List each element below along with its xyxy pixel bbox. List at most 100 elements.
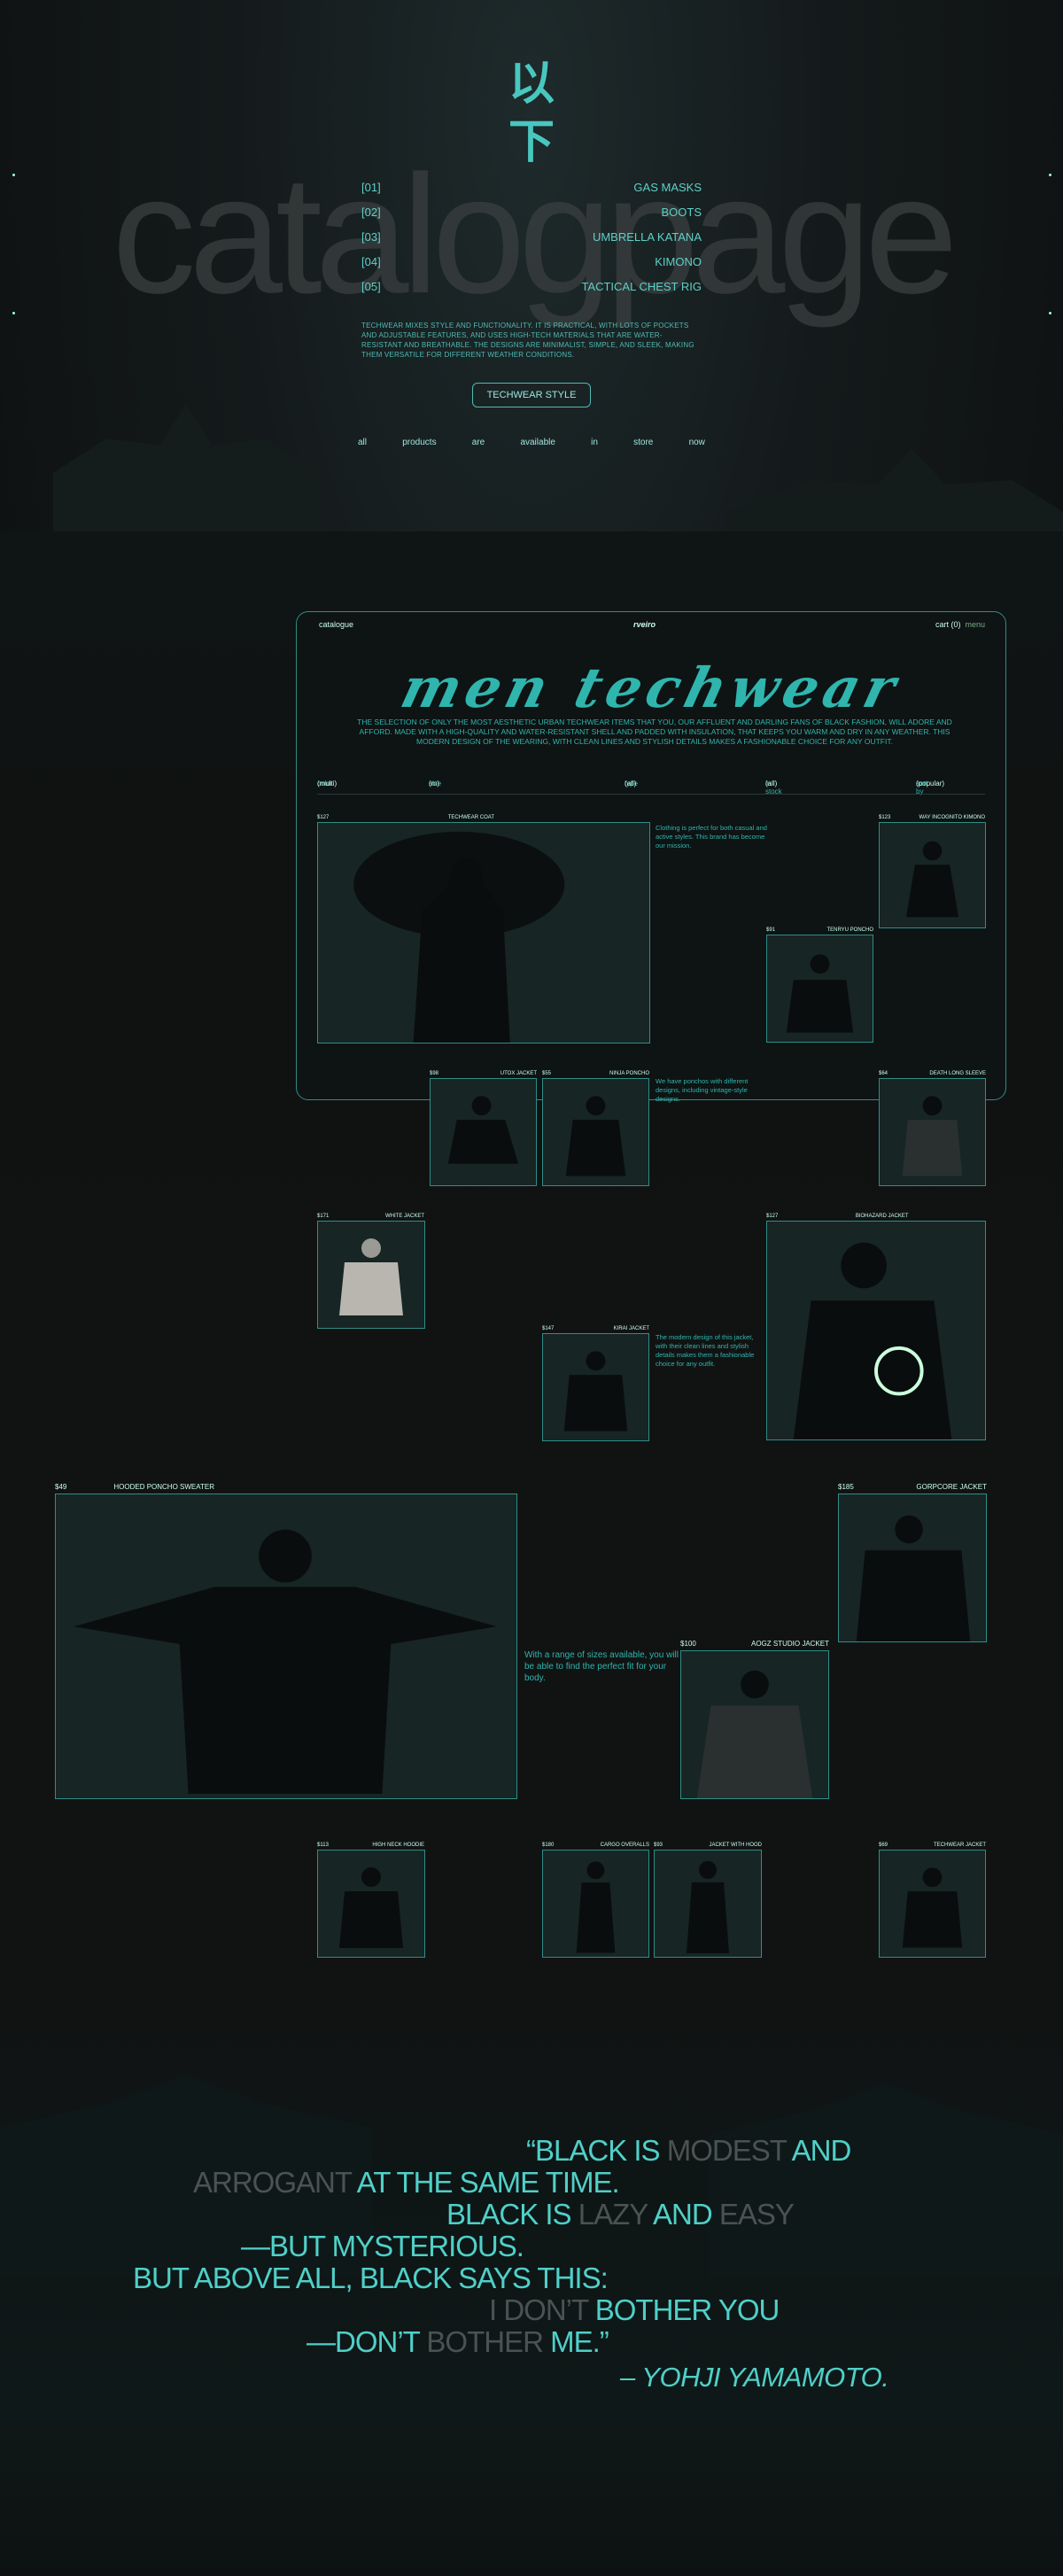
menu-num: [02] xyxy=(361,206,381,219)
tagline-word: products xyxy=(402,438,437,447)
quote-segment: ARROGANT xyxy=(193,2166,352,2199)
product-image-aogz-studio-jacket[interactable] xyxy=(680,1650,829,1799)
product-name: WAY INCOGNITO KIMONO xyxy=(919,815,985,820)
product-label: $127 TECHWEAR COAT xyxy=(317,815,494,820)
note-4: With a range of sizes available, you wil… xyxy=(524,1650,679,1683)
figure-image xyxy=(793,1242,952,1439)
product-image-high-neck-hoodie[interactable] xyxy=(317,1850,425,1958)
quote-line: I DON’T BOTHER YOU xyxy=(489,2294,780,2326)
figure-image xyxy=(902,1096,963,1176)
figure-image xyxy=(696,1670,813,1798)
product-image-cargo-overalls[interactable] xyxy=(542,1850,649,1958)
product-price: $64 xyxy=(879,1071,888,1076)
product-image-death-long-sleeve[interactable] xyxy=(879,1078,986,1186)
product-price: $113 xyxy=(317,1843,329,1848)
menu-num: [05] xyxy=(361,280,381,293)
menu-label: TACTICAL CHEST RIG xyxy=(581,280,702,293)
product-image-white-jacket[interactable] xyxy=(317,1221,425,1329)
product-label: $113 HIGH NECK HOODIE xyxy=(317,1843,424,1848)
logo[interactable]: rveiro xyxy=(633,620,656,629)
figure-image xyxy=(339,1867,403,1948)
menu-item-umbrella-katana[interactable]: [03] UMBRELLA KATANA xyxy=(361,230,702,253)
product-label: $147 KIRAI JACKET xyxy=(542,1326,649,1331)
product-price: $171 xyxy=(317,1214,330,1219)
figure-image xyxy=(856,1515,971,1641)
product-name: TENRYU PONCHO xyxy=(826,927,873,933)
product-price: $127 xyxy=(317,815,330,820)
filter-value: (all) xyxy=(765,780,778,788)
product-label: $171 WHITE JACKET xyxy=(317,1214,424,1219)
quote-segment: ME.” xyxy=(542,2325,609,2358)
product-price: $127 xyxy=(766,1214,779,1219)
menu-item-kimono[interactable]: [04] KIMONO xyxy=(361,255,702,278)
tagline-word: store xyxy=(633,438,654,447)
product-label: $185 GORPCORE JACKET xyxy=(838,1483,987,1491)
catalog-title: men techwear xyxy=(394,656,908,720)
menu-link[interactable]: menu xyxy=(965,620,985,629)
product-name: HOODED PONCHO SWEATER xyxy=(113,1483,214,1491)
note-3: The modern design of this jacket, with t… xyxy=(656,1333,755,1368)
product-label: $69 TECHWEAR JACKET xyxy=(879,1843,986,1848)
figure-image xyxy=(339,1238,403,1315)
quote-line: BLACK IS LAZY AND EASY xyxy=(446,2198,795,2231)
product-price: $91 xyxy=(766,927,776,933)
product-name: KIRAI JACKET xyxy=(613,1326,649,1331)
product-label: $123 WAY INCOGNITO KIMONO xyxy=(879,815,985,820)
product-label: $93 JACKET WITH HOOD xyxy=(654,1843,762,1848)
menu-item-boots[interactable]: [02] BOOTS xyxy=(361,206,702,229)
product-image-tenryu-poncho[interactable] xyxy=(766,935,873,1043)
product-price: $98 xyxy=(430,1071,439,1076)
tagline-word: all xyxy=(358,438,368,447)
product-name: WHITE JACKET xyxy=(384,1214,424,1219)
quote-segment: AND xyxy=(647,2198,719,2231)
product-image-techwear-coat[interactable] xyxy=(317,822,650,1044)
figure-image xyxy=(786,954,854,1033)
corner-dot xyxy=(1049,174,1051,176)
menu-label: BOOTS xyxy=(661,206,702,219)
product-label: $91 TENRYU PONCHO xyxy=(766,927,873,933)
quote-segment: AT THE SAME TIME. xyxy=(351,2166,620,2199)
product-image-kimono[interactable] xyxy=(879,822,986,928)
product-image-hooded-poncho-sweater[interactable] xyxy=(55,1494,517,1799)
filter-divider xyxy=(317,794,985,795)
quote-segment: —DON’T xyxy=(306,2325,427,2358)
filter-value: (m) xyxy=(429,780,439,788)
product-image-kirai-jacket[interactable] xyxy=(542,1333,649,1441)
filter-value: (multi) xyxy=(317,780,338,788)
menu-label: UMBRELLA KATANA xyxy=(592,230,702,244)
product-price: $180 xyxy=(542,1843,555,1848)
figure-image xyxy=(565,1096,626,1176)
quote-segment: MODEST xyxy=(666,2134,788,2167)
product-name: UTOX JACKET xyxy=(500,1071,537,1076)
tagline: all products are available in store now xyxy=(358,438,705,447)
note-2: We have ponchos with different designs, … xyxy=(656,1077,749,1103)
cart-link[interactable]: cart (0) menu xyxy=(935,620,985,629)
product-image-gorpcore-jacket[interactable] xyxy=(838,1494,987,1642)
product-image-utox-jacket[interactable] xyxy=(430,1078,537,1186)
filter-value: (popular) xyxy=(916,780,945,788)
tagline-word: are xyxy=(471,438,485,447)
menu-label: KIMONO xyxy=(655,255,702,268)
corner-dot xyxy=(12,312,15,314)
tagline-word: now xyxy=(688,438,705,447)
quote-segment: BUT ABOVE ALL, BLACK SAYS THIS: xyxy=(133,2262,609,2294)
figure-image xyxy=(74,1529,497,1795)
menu-item-gas-masks[interactable]: [01] GAS MASKS xyxy=(361,181,702,204)
product-label: $64 DEATH LONG SLEEVE xyxy=(879,1071,986,1076)
product-label: $100 AOGZ STUDIO JACKET xyxy=(680,1640,829,1648)
catalogue-link[interactable]: catalogue xyxy=(319,620,353,629)
figure-image xyxy=(902,1867,963,1948)
menu-item-tactical-chest-rig[interactable]: [05] TACTICAL CHEST RIG xyxy=(361,280,702,303)
figure-image xyxy=(906,841,958,918)
product-image-jacket-with-hood[interactable] xyxy=(654,1850,762,1958)
techwear-style-button[interactable]: TECHWEAR STYLE xyxy=(472,383,591,407)
product-price: $123 xyxy=(879,815,891,820)
tagline-word: in xyxy=(591,438,598,447)
product-image-biohazard-jacket[interactable] xyxy=(766,1221,986,1440)
quote-segment: LAZY xyxy=(578,2198,648,2231)
product-price: $69 xyxy=(879,1843,888,1848)
quote-line: —BUT MYSTERIOUS. xyxy=(241,2231,524,2262)
product-image-techwear-jacket[interactable] xyxy=(879,1850,986,1958)
product-image-ninja-poncho[interactable] xyxy=(542,1078,649,1186)
quote-segment: —BUT MYSTERIOUS. xyxy=(241,2230,524,2262)
